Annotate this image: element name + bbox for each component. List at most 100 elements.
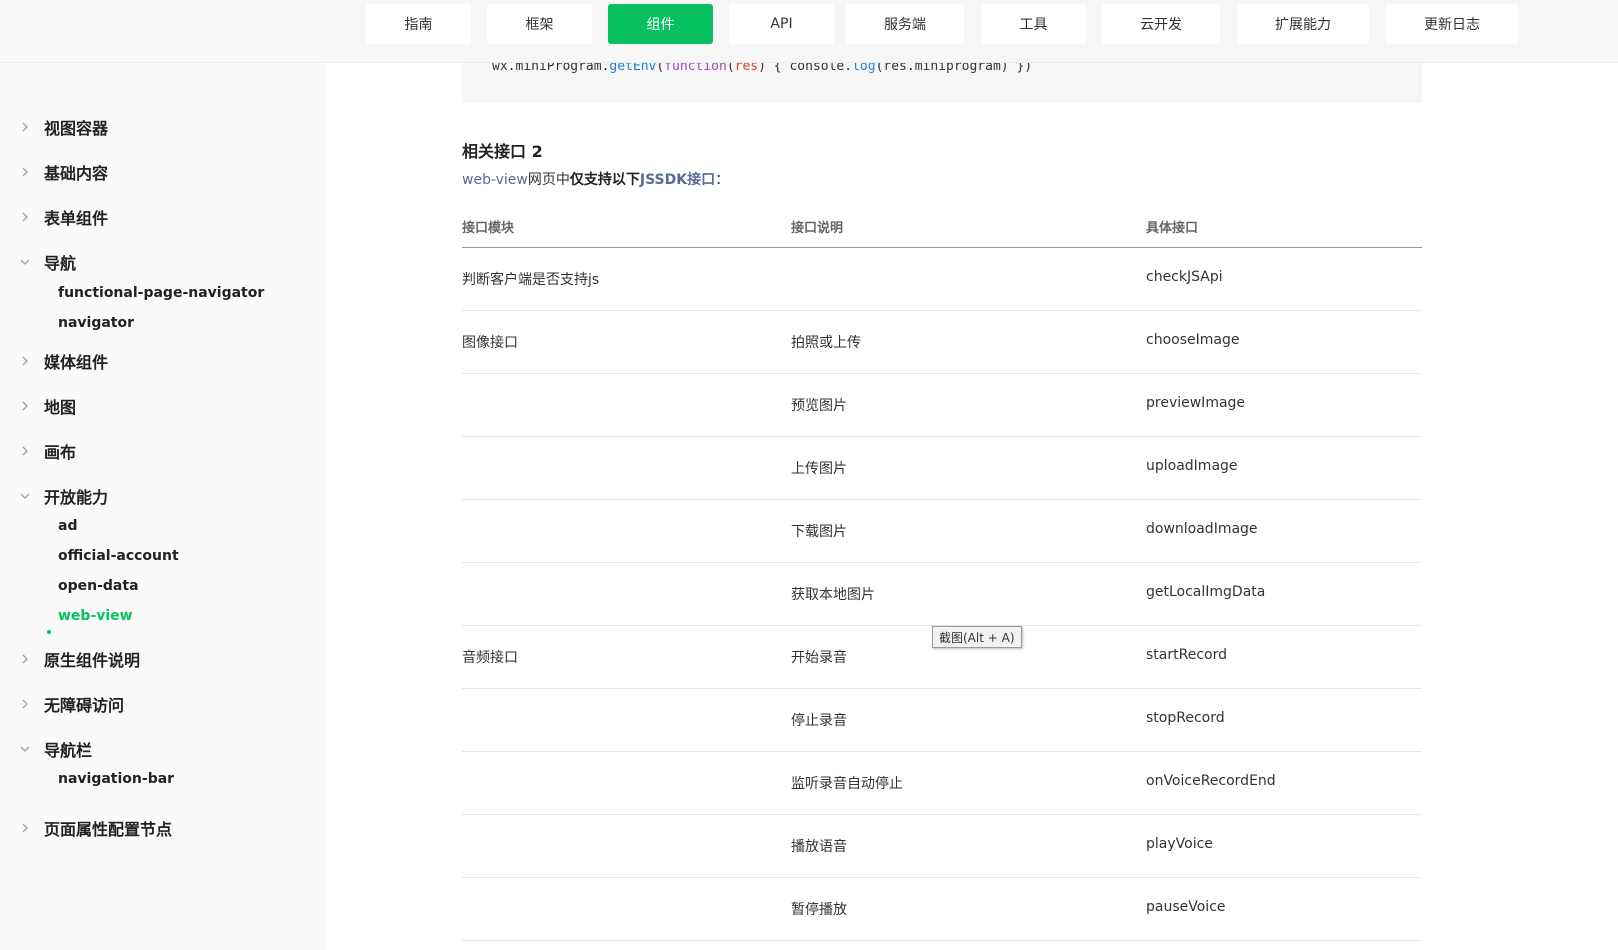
table-row-divider [462,436,1422,437]
cell-description: 停止录音 [791,713,847,729]
section-title: 相关接口 2 [462,142,543,161]
sidebar-group-canvas[interactable]: 画布 [0,434,325,468]
cell-description: 获取本地图片 [791,587,875,603]
chevron-down-icon [18,742,32,756]
screenshot-tooltip: 截图(Alt + A) [932,626,1022,648]
cell-api: stopRecord [1146,710,1225,726]
sidebar-item-navigator[interactable]: navigator [58,315,134,331]
nav-tab-server[interactable]: 服务端 [846,4,964,44]
chevron-right-icon [18,399,32,413]
sidebar-group-map[interactable]: 地图 [0,389,325,423]
cell-module: 判断客户端是否支持js [462,272,600,288]
table-row-divider [462,373,1422,374]
nav-tab-guide[interactable]: 指南 [366,4,471,44]
chevron-right-icon [18,697,32,711]
cell-description: 开始录音 [791,650,847,666]
sidebar-item-ad[interactable]: ad [58,518,77,534]
code-block: wx.miniProgram.getEnv(function(res) { co… [462,63,1422,103]
cell-api: getLocalImgData [1146,584,1266,600]
cell-api: downloadImage [1146,521,1258,537]
sidebar-item-functional-page-navigator[interactable]: functional-page-navigator [58,285,264,301]
sidebar-group-basic-content[interactable]: 基础内容 [0,155,325,189]
chevron-right-icon [18,444,32,458]
table-row-divider [462,751,1422,752]
cell-description: 预览图片 [791,398,847,414]
cell-api: startRecord [1146,647,1227,663]
table-header-divider [462,247,1422,248]
sidebar-group-navigation[interactable]: 导航 [0,245,325,279]
sidebar-group-open-capability[interactable]: 开放能力 [0,479,325,513]
sidebar-group-label: 表单组件 [44,209,109,228]
cell-module: 音频接口 [462,650,518,666]
sidebar-group-native-components[interactable]: 原生组件说明 [0,642,325,676]
table-row-divider [462,814,1422,815]
chevron-down-icon [18,489,32,503]
sidebar-group-form[interactable]: 表单组件 [0,200,325,234]
sidebar-group-navigation-bar[interactable]: 导航栏 [0,732,325,766]
cell-description: 上传图片 [791,461,847,477]
intro-text: 网页中 [527,172,570,188]
sidebar-group-label: 导航 [44,254,77,273]
cell-api: onVoiceRecordEnd [1146,773,1276,789]
chevron-right-icon [18,165,32,179]
column-header-module: 接口模块 [462,221,515,236]
sidebar-item-open-data[interactable]: open-data [58,578,139,594]
table-row-divider [462,499,1422,500]
jssdk-link[interactable]: JSSDK接口 [640,172,715,188]
cell-description: 播放语音 [791,839,847,855]
intro-bold-text: 仅支持以下 [569,172,640,188]
cell-description: 暂停播放 [791,902,847,918]
sidebar-group-label: 地图 [44,398,77,417]
nav-tab-api[interactable]: API [729,4,834,44]
cell-api: checkJSApi [1146,269,1223,285]
sidebar-item-official-account[interactable]: official-account [58,548,179,564]
table-row-divider [462,940,1422,941]
cell-description: 监听录音自动停止 [791,776,903,792]
cell-api: uploadImage [1146,458,1238,474]
nav-tab-extensions[interactable]: 扩展能力 [1237,4,1369,44]
sidebar-group-label: 导航栏 [44,741,93,760]
nav-tab-cloud[interactable]: 云开发 [1102,4,1220,44]
cell-description: 拍照或上传 [791,335,861,351]
sidebar-group-label: 视图容器 [44,119,109,138]
sidebar: 视图容器 基础内容 表单组件 导航 functional-page-naviga… [0,63,325,950]
sidebar-group-label: 无障碍访问 [44,696,125,715]
cell-description: 下载图片 [791,524,847,540]
nav-tab-changelog[interactable]: 更新日志 [1386,4,1518,44]
nav-tab-components[interactable]: 组件 [608,4,713,44]
web-view-link[interactable]: web-view [462,172,528,188]
nav-tab-framework[interactable]: 框架 [487,4,592,44]
chevron-right-icon [18,652,32,666]
table-row-divider [462,688,1422,689]
sidebar-group-label: 页面属性配置节点 [44,820,173,839]
cell-module: 图像接口 [462,335,518,351]
sidebar-item-navigation-bar[interactable]: navigation-bar [58,771,174,787]
cell-api: previewImage [1146,395,1246,411]
table-row-divider [462,562,1422,563]
chevron-right-icon [18,210,32,224]
sidebar-item-web-view[interactable]: web-view [58,608,133,624]
table-row-divider [462,310,1422,311]
section-intro: web-view网页中仅支持以下JSSDK接口： [462,169,729,189]
column-header-api: 具体接口 [1146,221,1199,236]
active-indicator-dot [47,630,51,634]
chevron-down-icon [18,255,32,269]
cell-api: playVoice [1146,836,1213,852]
cell-api: chooseImage [1146,332,1240,348]
sidebar-group-label: 原生组件说明 [44,651,141,670]
sidebar-group-view-container[interactable]: 视图容器 [0,110,325,144]
chevron-right-icon [18,354,32,368]
sidebar-group-label: 开放能力 [44,488,109,507]
sidebar-group-label: 画布 [44,443,77,462]
code-line: wx.miniProgram.getEnv(function(res) { co… [492,63,1033,74]
cell-api: pauseVoice [1146,899,1226,915]
sidebar-group-media[interactable]: 媒体组件 [0,344,325,378]
sidebar-group-page-meta[interactable]: 页面属性配置节点 [0,811,325,845]
chevron-right-icon [18,120,32,134]
column-header-description: 接口说明 [791,221,844,236]
nav-tab-tools[interactable]: 工具 [981,4,1086,44]
sidebar-group-accessibility[interactable]: 无障碍访问 [0,687,325,721]
sidebar-group-label: 基础内容 [44,164,109,183]
table-row-divider [462,877,1422,878]
top-navigation-bar: 指南 框架 组件 API 服务端 工具 云开发 扩展能力 更新日志 [0,0,1618,63]
